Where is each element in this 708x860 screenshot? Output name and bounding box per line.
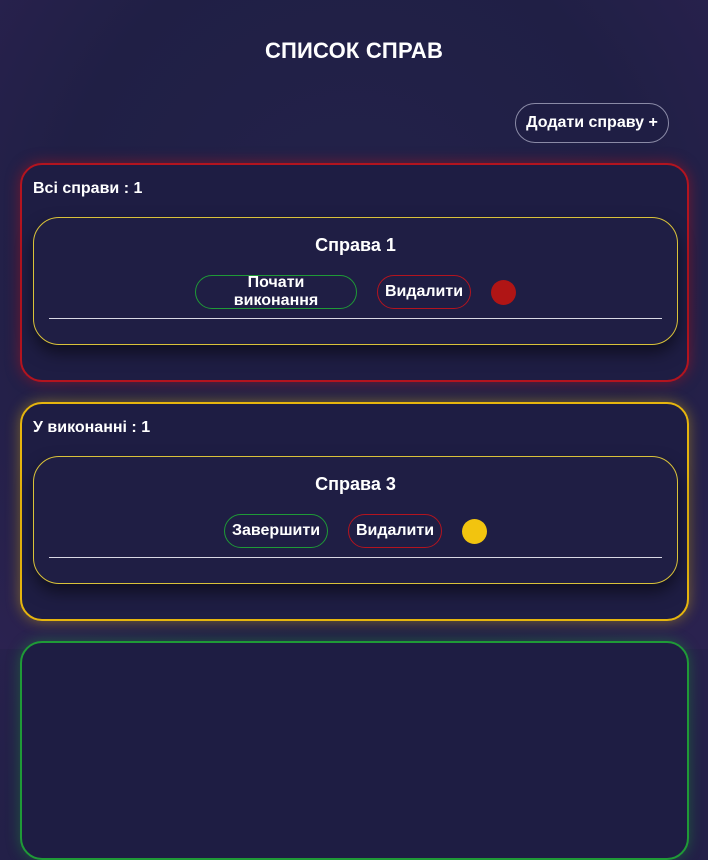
page-title: СПИСОК СПРАВ xyxy=(264,38,444,63)
all-tasks-group: Всі справи : 1 Справа 1 Почати виконання… xyxy=(20,163,689,382)
task-actions: Почати виконання Видалити xyxy=(34,274,677,310)
group-label-all: Всі справи : 1 xyxy=(33,180,143,197)
delete-task-button[interactable]: Видалити xyxy=(377,275,471,309)
group-label-in-progress: У виконанні : 1 xyxy=(33,419,151,436)
add-task-button[interactable]: Додати справу + xyxy=(515,103,669,143)
done-group xyxy=(20,641,689,860)
status-indicator-yellow xyxy=(462,518,487,544)
card-divider xyxy=(49,318,662,319)
start-task-button[interactable]: Почати виконання xyxy=(195,274,357,309)
task-title: Справа 3 xyxy=(315,474,396,494)
card-divider xyxy=(49,557,662,558)
delete-task-button[interactable]: Видалити xyxy=(348,514,442,548)
complete-task-button[interactable]: Завершити xyxy=(224,514,328,548)
status-indicator-red xyxy=(491,279,516,305)
in-progress-group: У виконанні : 1 Справа 3 Завершити Видал… xyxy=(20,402,689,621)
task-title: Справа 1 xyxy=(315,235,396,255)
task-card: Справа 1 Почати виконання Видалити xyxy=(33,217,678,345)
task-actions: Завершити Видалити xyxy=(34,513,677,549)
task-card: Справа 3 Завершити Видалити xyxy=(33,456,678,584)
